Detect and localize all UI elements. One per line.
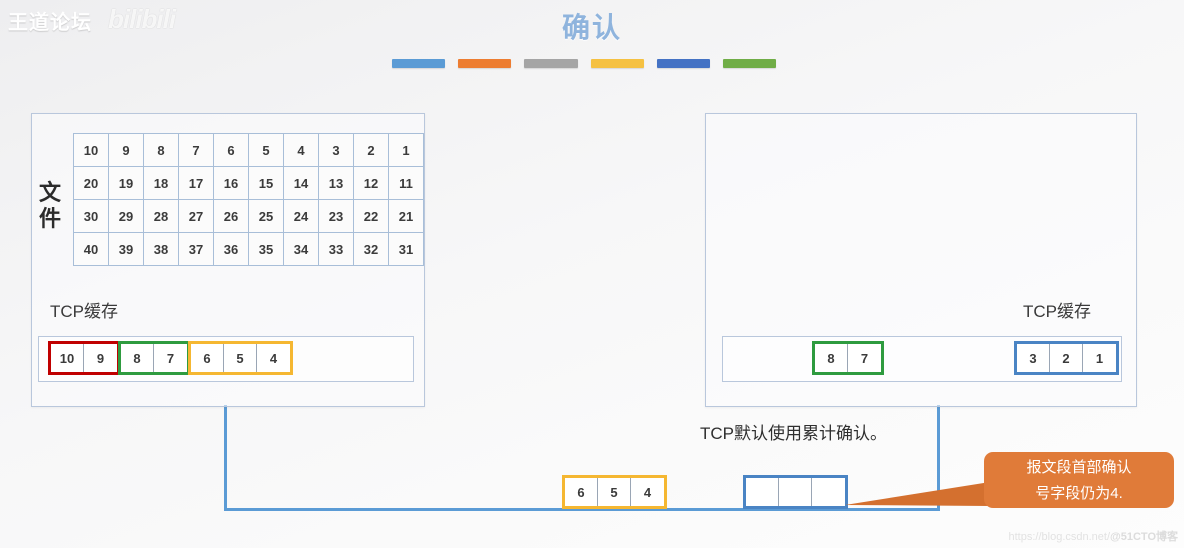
receiver-buffer-cell: 7 (848, 344, 881, 372)
source-author: @51CTO博客 (1110, 531, 1178, 543)
file-grid-row: 10 9 8 7 6 5 4 3 2 1 (74, 134, 424, 167)
file-grid-cell: 3 (319, 134, 354, 167)
segment-cell (779, 478, 812, 506)
file-grid-cell: 2 (354, 134, 389, 167)
file-grid-cell: 18 (144, 167, 179, 200)
file-label: 文件 (38, 180, 61, 232)
file-grid-cell: 35 (249, 233, 284, 266)
in-transit-segment: 654 (562, 475, 667, 509)
file-grid-cell: 25 (249, 200, 284, 233)
file-grid-cell: 23 (319, 200, 354, 233)
sender-buffer-cell: 4 (257, 344, 290, 372)
sender-buffer-cell: 6 (191, 344, 224, 372)
file-grid-row: 20 19 18 17 16 15 14 13 12 11 (74, 167, 424, 200)
file-grid-cell: 7 (179, 134, 214, 167)
file-grid-cell: 40 (74, 233, 109, 266)
file-grid-cell: 9 (109, 134, 144, 167)
file-grid-cell: 36 (214, 233, 249, 266)
file-grid-cell: 27 (179, 200, 214, 233)
file-grid-cell: 17 (179, 167, 214, 200)
file-grid-cell: 30 (74, 200, 109, 233)
rule-bar-4 (590, 59, 644, 68)
file-grid-cell: 39 (109, 233, 144, 266)
file-grid-cell: 5 (249, 134, 284, 167)
cumulative-ack-note: TCP默认使用累计确认。 (700, 424, 887, 443)
ack-callout: 报文段首部确认 号字段仍为4. (984, 452, 1174, 508)
file-grid-cell: 14 (284, 167, 319, 200)
rule-bar-3 (524, 59, 578, 68)
file-grid-cell: 19 (109, 167, 144, 200)
file-grid: 10 9 8 7 6 5 4 3 2 1 20 19 18 17 16 15 14 13 12 11 30 29 28 27 2… (73, 133, 424, 266)
sender-group-sendable: 654 (188, 341, 293, 375)
file-grid-row: 30 29 28 27 26 25 24 23 22 21 (74, 200, 424, 233)
segment-cell: 5 (598, 478, 631, 506)
file-grid-cell: 4 (284, 134, 319, 167)
file-grid-cell: 28 (144, 200, 179, 233)
file-grid-cell: 29 (109, 200, 144, 233)
receiver-buffer-cell: 1 (1083, 344, 1116, 372)
file-grid-cell: 24 (284, 200, 319, 233)
receiver-group-received: 321 (1014, 341, 1119, 375)
file-grid-cell: 33 (319, 233, 354, 266)
file-grid-cell: 11 (389, 167, 424, 200)
sender-buffer-cell: 7 (154, 344, 187, 372)
file-grid-cell: 13 (319, 167, 354, 200)
file-grid-cell: 21 (389, 200, 424, 233)
sender-group-acked: 10 9 (48, 341, 120, 375)
segment-cell: 6 (565, 478, 598, 506)
sender-group-inflight: 87 (118, 341, 190, 375)
rule-bar-5 (656, 59, 710, 68)
segment-cell: 4 (631, 478, 664, 506)
file-grid-cell: 16 (214, 167, 249, 200)
file-grid-cell: 37 (179, 233, 214, 266)
file-grid-cell: 8 (144, 134, 179, 167)
file-grid-cell: 1 (389, 134, 424, 167)
receiver-buffer-cell: 3 (1017, 344, 1050, 372)
rule-bar-6 (722, 59, 777, 68)
file-grid-cell: 32 (354, 233, 389, 266)
file-grid-cell: 38 (144, 233, 179, 266)
rule-bar-2 (458, 59, 512, 68)
callout-line-2: 号字段仍为4. (1035, 485, 1123, 502)
segment-cell (812, 478, 845, 506)
file-grid-cell: 15 (249, 167, 284, 200)
source-url: https://blog.csdn.net/ (1008, 531, 1111, 543)
source-watermark: https://blog.csdn.net/@51CTO博客 (1009, 528, 1179, 544)
file-grid-cell: 10 (74, 134, 109, 167)
rule-bar-1 (392, 59, 446, 68)
file-grid-cell: 12 (354, 167, 389, 200)
sender-buffer-cell: 9 (84, 344, 117, 372)
receiver-buffer-label: TCP缓存 (1023, 302, 1091, 321)
receiver-buffer-cell: 8 (815, 344, 848, 372)
receiver-buffer-cell: 2 (1050, 344, 1083, 372)
callout-tail (845, 482, 990, 506)
sender-buffer-label: TCP缓存 (50, 302, 118, 321)
callout-line-1: 报文段首部确认 (1026, 459, 1132, 476)
receiver-group-out-of-order: 87 (812, 341, 884, 375)
file-grid-cell: 22 (354, 200, 389, 233)
connector-left-vertical (224, 405, 227, 511)
file-grid-row: 40 39 38 37 36 35 34 33 32 31 (74, 233, 424, 266)
file-grid-cell: 20 (74, 167, 109, 200)
file-grid-cell: 6 (214, 134, 249, 167)
file-grid-cell: 34 (284, 233, 319, 266)
segment-cell (746, 478, 779, 506)
page-title: 确认 (561, 12, 622, 43)
file-grid-cell: 31 (389, 233, 424, 266)
received-segment (743, 475, 848, 509)
file-grid-cell: 26 (214, 200, 249, 233)
sender-buffer-cell: 8 (121, 344, 154, 372)
sender-buffer-cell: 5 (224, 344, 257, 372)
sender-buffer-cell: 10 (51, 344, 84, 372)
title-rule-bars (392, 59, 777, 68)
